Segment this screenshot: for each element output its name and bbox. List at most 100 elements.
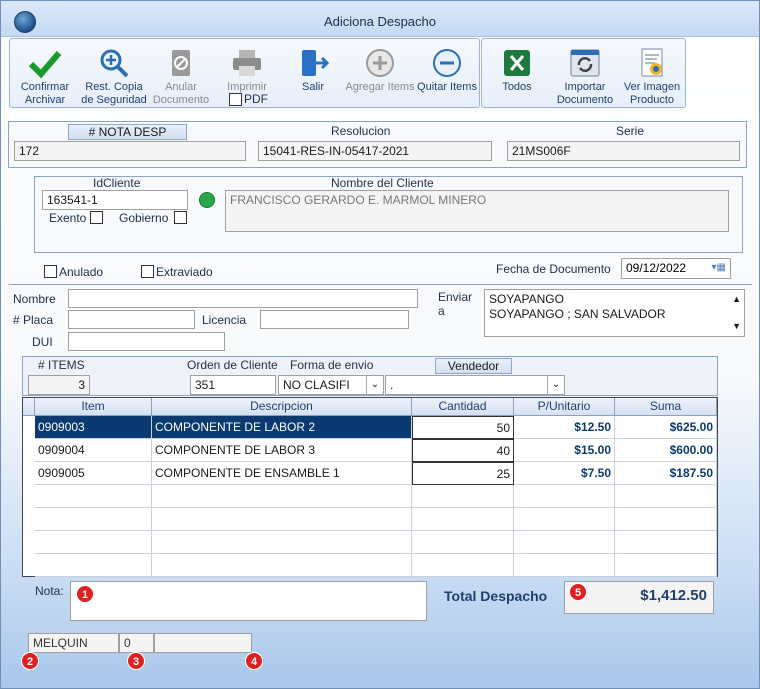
enviar-a-field[interactable]: SOYAPANGO SOYAPANGO ; SAN SALVADOR ▲ ▼ — [484, 289, 745, 337]
gobierno-checkbox[interactable] — [174, 211, 187, 224]
licencia-label: Licencia — [202, 313, 247, 327]
status-field — [154, 633, 252, 653]
nombre-cliente-field[interactable]: FRANCISCO GERARDO E. MARMOL MINERO — [225, 190, 729, 232]
table-cell-empty[interactable] — [514, 485, 615, 508]
forma-envio-value: NO CLASIFI — [283, 378, 350, 392]
extraviado-checkbox[interactable] — [141, 265, 154, 278]
table-cell-empty[interactable] — [35, 485, 152, 508]
confirmar-archivar-button[interactable]: Confirmar Archivar — [11, 39, 79, 109]
table-cell-item[interactable]: 0909003 — [35, 416, 152, 439]
todos-button[interactable]: Todos — [482, 39, 552, 109]
table-cell-empty[interactable] — [615, 508, 717, 531]
table-cell-empty[interactable] — [152, 531, 412, 554]
table-cell-empty[interactable] — [514, 531, 615, 554]
confirmar-label: Confirmar Archivar — [20, 81, 70, 106]
anulado-label: Anulado — [59, 265, 104, 279]
window-title: Adiciona Despacho — [323, 14, 437, 29]
salir-label: Salir — [301, 81, 324, 93]
magnifier-plus-icon — [100, 49, 129, 78]
table-cell-empty[interactable] — [412, 531, 514, 554]
nota-field[interactable] — [70, 581, 427, 621]
table-cell-empty[interactable] — [35, 554, 152, 577]
table-cell-empty[interactable] — [615, 485, 717, 508]
orden-field[interactable]: 351 — [190, 375, 276, 395]
anulado-checkbox[interactable] — [44, 265, 57, 278]
chevron-down-icon[interactable]: ⌄ — [547, 376, 564, 394]
table-cell-item[interactable]: 0909004 — [35, 439, 152, 462]
resolucion-field[interactable]: 15041-RES-IN-05417-2021 — [258, 141, 492, 161]
rest-copia-button[interactable]: Rest. Copia de Seguridad — [79, 39, 149, 109]
calendar-icon[interactable]: ▾▦ — [712, 262, 726, 273]
table-cell-empty[interactable] — [412, 554, 514, 577]
importar-documento-button[interactable]: Importar Documento — [550, 39, 620, 109]
gobierno-label: Gobierno — [119, 211, 169, 225]
exento-checkbox[interactable] — [90, 211, 103, 224]
excel-icon — [504, 50, 530, 76]
descripcion-header[interactable]: Descripcion — [152, 398, 412, 416]
fecha-value: 09/12/2022 — [626, 261, 687, 275]
idcliente-label: IdCliente — [93, 176, 141, 190]
toolbar-extra: Todos Importar Documento Ver Imagen Prod… — [481, 38, 686, 108]
pdf-label: PDF — [244, 92, 268, 106]
table-cell-desc[interactable]: COMPONENTE DE ENSAMBLE 1 — [152, 462, 412, 485]
counter-field: 0 — [119, 633, 154, 653]
dui-label: DUI — [32, 335, 53, 349]
agregar-items-button[interactable]: Agregar Items — [345, 39, 415, 109]
table-cell-punitario[interactable]: $12.50 — [514, 416, 615, 439]
dui-field[interactable] — [68, 332, 225, 351]
table-cell-desc[interactable]: COMPONENTE DE LABOR 3 — [152, 439, 412, 462]
table-cell-punitario[interactable]: $7.50 — [514, 462, 615, 485]
table-cell-cantidad[interactable]: 25 — [412, 462, 514, 485]
quitar-items-button[interactable]: Quitar Items — [412, 39, 482, 109]
scroll-up-icon[interactable]: ▲ — [732, 292, 741, 307]
scroll-down-icon[interactable]: ▼ — [732, 319, 741, 334]
nombre-field[interactable] — [68, 289, 418, 308]
fecha-label: Fecha de Documento — [496, 262, 611, 276]
table-cell-desc[interactable]: COMPONENTE DE LABOR 2 — [152, 416, 412, 439]
table-cell-empty[interactable] — [35, 508, 152, 531]
licencia-field[interactable] — [260, 310, 409, 329]
fecha-picker[interactable]: 09/12/2022 ▾▦ — [621, 258, 731, 279]
suma-header[interactable]: Suma — [615, 398, 717, 416]
forma-envio-select[interactable]: NO CLASIFI ⌄ — [278, 375, 384, 395]
punitario-header[interactable]: P/Unitario — [514, 398, 615, 416]
table-cell-item[interactable]: 0909005 — [35, 462, 152, 485]
table-cell-empty[interactable] — [615, 554, 717, 577]
idcliente-field[interactable]: 163541-1 — [42, 190, 188, 210]
nota-desp-field[interactable]: 172 — [14, 141, 246, 161]
table-cell-empty[interactable] — [152, 485, 412, 508]
table-cell-empty[interactable] — [152, 508, 412, 531]
table-cell-suma[interactable]: $187.50 — [615, 462, 717, 485]
placa-field[interactable] — [68, 310, 195, 329]
marker-badge-4: 4 — [245, 652, 263, 670]
items-field: 3 — [28, 375, 90, 395]
importar-label: Importar Documento — [556, 81, 614, 106]
table-cell-empty[interactable] — [35, 531, 152, 554]
items-table: Item Descripcion Cantidad P/Unitario Sum… — [22, 397, 718, 577]
salir-button[interactable]: Salir — [278, 39, 348, 109]
separator — [9, 284, 752, 285]
nota-label: Nota: — [35, 584, 64, 598]
table-cell-empty[interactable] — [152, 554, 412, 577]
vendedor-select[interactable]: . ⌄ — [385, 375, 565, 395]
item-header[interactable]: Item — [35, 398, 152, 416]
table-cell-punitario[interactable]: $15.00 — [514, 439, 615, 462]
table-cell-cantidad[interactable]: 40 — [412, 439, 514, 462]
table-cell-suma[interactable]: $600.00 — [615, 439, 717, 462]
table-cell-empty[interactable] — [615, 531, 717, 554]
quitar-label: Quitar Items — [417, 81, 477, 93]
table-cell-empty[interactable] — [412, 508, 514, 531]
serie-field[interactable]: 21MS006F — [507, 141, 740, 161]
ver-imagen-button[interactable]: Ver Imagen Producto — [617, 39, 687, 109]
cantidad-header[interactable]: Cantidad — [412, 398, 514, 416]
table-cell-empty[interactable] — [412, 485, 514, 508]
table-cell-empty[interactable] — [514, 554, 615, 577]
todos-label: Todos — [502, 81, 532, 93]
table-cell-suma[interactable]: $625.00 — [615, 416, 717, 439]
table-cell-cantidad[interactable]: 50 — [412, 416, 514, 439]
vendedor-value: . — [390, 378, 394, 392]
table-cell-empty[interactable] — [514, 508, 615, 531]
anular-documento-button[interactable]: Anular Documento — [146, 39, 216, 109]
chevron-down-icon[interactable]: ⌄ — [366, 376, 383, 394]
pdf-checkbox[interactable] — [229, 93, 242, 106]
